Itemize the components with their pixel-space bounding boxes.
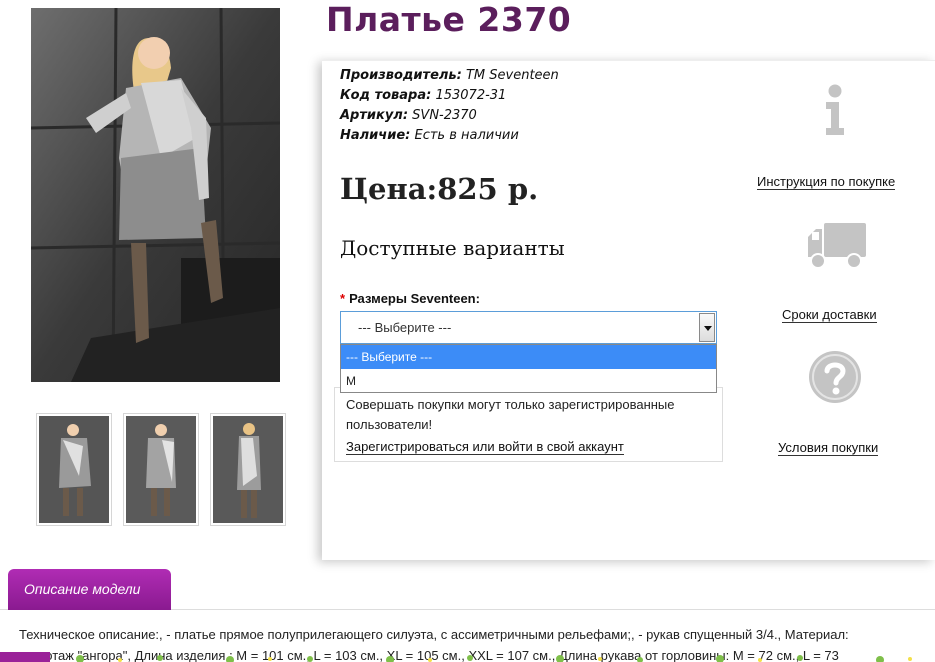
corner-accent: [0, 652, 50, 662]
register-login-link[interactable]: Зарегистрироваться или войти в свой акка…: [346, 439, 624, 455]
question-icon[interactable]: [808, 350, 862, 404]
chevron-down-icon[interactable]: [699, 313, 715, 342]
instruction-link[interactable]: Инструкция по покупке: [757, 174, 896, 190]
thumbnail-illustration: [213, 416, 283, 523]
spec-key: Наличие:: [340, 128, 411, 143]
registration-notice: Совершать покупки могут только зарегистр…: [334, 387, 723, 462]
thumbnail-3[interactable]: [210, 413, 286, 526]
spec-key: Артикул:: [340, 108, 409, 123]
tab-description[interactable]: Описание модели: [8, 569, 171, 610]
delivery-link[interactable]: Сроки доставки: [782, 307, 877, 323]
product-title: Платье 2370: [326, 0, 572, 39]
product-price: Цена:825 р.: [340, 172, 539, 206]
thumbnail-illustration: [39, 416, 109, 523]
spec-key: Код товара:: [340, 88, 432, 103]
thumbnail-illustration: [126, 416, 196, 523]
thumbnail-2[interactable]: [123, 413, 199, 526]
notice-text: Совершать покупки могут только зарегистр…: [346, 397, 675, 432]
description-line: Техническое описание:, - платье прямое п…: [19, 627, 849, 642]
dropdown-option-m[interactable]: M: [341, 369, 716, 393]
main-product-photo[interactable]: [31, 8, 280, 382]
spec-product-code: Код товара: 153072-31: [340, 88, 506, 103]
spec-value: TM Seventeen: [465, 68, 559, 83]
size-dropdown-list: --- Выберите --- M: [340, 344, 717, 393]
spec-manufacturer: Производитель: TM Seventeen: [340, 68, 559, 83]
decorative-flower-border: [76, 655, 912, 662]
spec-key: Производитель:: [340, 68, 462, 83]
photo-illustration: [31, 8, 280, 382]
info-icon[interactable]: [822, 84, 848, 136]
size-label: * Размеры Seventeen:: [340, 291, 480, 306]
truck-icon[interactable]: [806, 221, 868, 271]
thumbnail-1[interactable]: [36, 413, 112, 526]
spec-sku: Артикул: SVN-2370: [340, 108, 477, 123]
size-select-value: --- Выберите ---: [358, 320, 452, 335]
dropdown-option-placeholder[interactable]: --- Выберите ---: [341, 345, 716, 369]
spec-value: Есть в наличии: [414, 128, 519, 143]
required-mark: *: [340, 291, 346, 306]
spec-value: 153072-31: [435, 88, 507, 103]
spec-availability: Наличие: Есть в наличии: [340, 128, 519, 143]
variants-heading: Доступные варианты: [340, 236, 565, 260]
size-label-text: Размеры Seventeen:: [349, 291, 480, 306]
size-select[interactable]: --- Выберите ---: [340, 311, 717, 344]
spec-value: SVN-2370: [412, 108, 477, 123]
terms-link[interactable]: Условия покупки: [778, 440, 879, 456]
